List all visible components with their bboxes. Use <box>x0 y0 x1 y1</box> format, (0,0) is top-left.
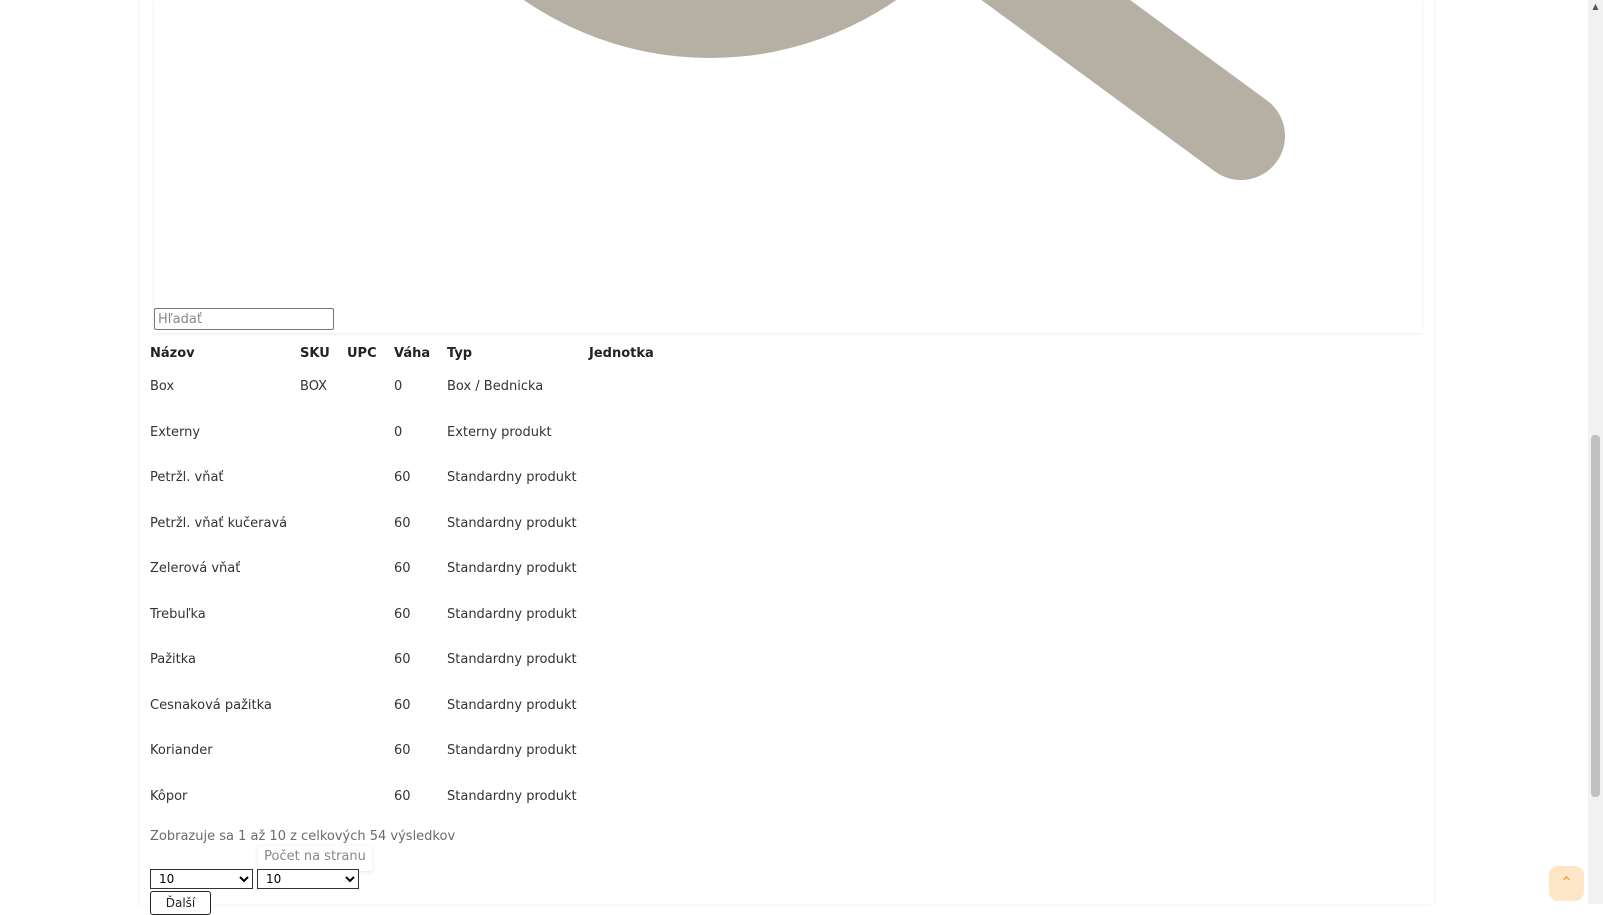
cell-weight: 60 <box>394 515 411 531</box>
cell-type: Standardny produkt <box>447 470 577 486</box>
table-row[interactable]: Box BOX 0 Box / Bednicka <box>148 364 678 410</box>
cell-sku <box>298 774 345 820</box>
cell-unit <box>587 546 678 592</box>
cell-sku <box>298 683 345 729</box>
cell-type: Box / Bednicka <box>447 379 544 395</box>
cell-upc <box>345 683 392 729</box>
scroll-up-arrow-icon[interactable]: ▲ <box>1588 0 1603 14</box>
cell-sku: BOX <box>300 379 327 395</box>
cell-upc <box>345 546 392 592</box>
cell-type: Standardny produkt <box>447 788 577 804</box>
cell-unit <box>587 501 678 547</box>
column-header-sku[interactable]: SKU <box>298 342 345 364</box>
cell-type: Externy produkt <box>447 424 552 440</box>
column-header-type[interactable]: Typ <box>445 342 587 364</box>
column-header-name[interactable]: Názov <box>148 342 298 364</box>
cell-upc <box>345 637 392 683</box>
cell-name: Pažitka <box>150 652 197 668</box>
cell-unit <box>587 455 678 501</box>
cell-weight: 60 <box>394 743 411 759</box>
cell-sku <box>298 410 345 456</box>
column-header-unit[interactable]: Jednotka <box>587 342 678 364</box>
per-page-label: Počet na stranu <box>258 846 372 871</box>
cell-weight: 60 <box>394 561 411 577</box>
per-page-select[interactable]: 10 <box>257 869 359 889</box>
cell-name: Zelerová vňať <box>150 561 241 577</box>
cell-unit <box>587 592 678 638</box>
cell-name: Trebuľka <box>150 606 206 622</box>
cell-upc <box>345 592 392 638</box>
cell-name: Externy <box>150 424 201 440</box>
cell-type: Standardny produkt <box>447 606 577 622</box>
search-illustration <box>154 0 1422 333</box>
cell-upc <box>345 501 392 547</box>
scroll-to-top-button[interactable]: ⌃ <box>1549 866 1584 901</box>
cell-type: Standardny produkt <box>447 697 577 713</box>
page-select[interactable]: 10 <box>150 869 253 889</box>
cell-unit <box>587 364 678 410</box>
cell-name: Petržl. vňať kučeravá <box>150 515 288 531</box>
table-row[interactable]: Externy 0 Externy produkt <box>148 410 678 456</box>
column-header-weight[interactable]: Váha <box>392 342 445 364</box>
cell-name: Kôpor <box>150 788 188 804</box>
search-input[interactable] <box>154 308 334 330</box>
cell-name: Cesnaková pažitka <box>150 697 272 713</box>
cell-unit <box>587 683 678 729</box>
cell-name: Box <box>150 379 175 395</box>
cell-sku <box>298 455 345 501</box>
cell-type: Standardny produkt <box>447 652 577 668</box>
cell-weight: 60 <box>394 606 411 622</box>
cell-name: Koriander <box>150 743 213 759</box>
table-row[interactable]: Petržl. vňať 60 Standardny produkt <box>148 455 678 501</box>
products-table: Názov SKU UPC Váha Typ Jednotka Box BOX 0 B… <box>148 342 678 819</box>
results-summary: Zobrazuje sa 1 až 10 z celkových 54 výsl… <box>150 829 456 844</box>
column-header-upc[interactable]: UPC <box>345 342 392 364</box>
chevron-up-icon: ⌃ <box>1559 873 1574 892</box>
cell-unit <box>587 728 678 774</box>
cell-weight: 0 <box>394 379 403 395</box>
table-row[interactable]: Trebuľka 60 Standardny produkt <box>148 592 678 638</box>
cell-weight: 60 <box>394 652 411 668</box>
cell-type: Standardny produkt <box>447 743 577 759</box>
scrollbar-thumb[interactable] <box>1591 435 1600 797</box>
search-icon <box>523 0 1285 180</box>
cell-upc <box>345 410 392 456</box>
cell-weight: 0 <box>394 424 403 440</box>
cell-unit <box>587 410 678 456</box>
cell-weight: 60 <box>394 470 411 486</box>
table-row[interactable]: Kôpor 60 Standardny produkt <box>148 774 678 820</box>
cell-upc <box>345 364 392 410</box>
cell-upc <box>345 455 392 501</box>
cell-type: Standardny produkt <box>447 561 577 577</box>
cell-upc <box>345 774 392 820</box>
cell-name: Petržl. vňať <box>150 470 224 486</box>
cell-weight: 60 <box>394 788 411 804</box>
cell-unit <box>587 774 678 820</box>
page-scrollbar[interactable]: ▲ <box>1588 0 1603 904</box>
cell-sku <box>298 637 345 683</box>
table-row[interactable]: Cesnaková pažitka 60 Standardny produkt <box>148 683 678 729</box>
table-row[interactable]: Petržl. vňať kučeravá 60 Standardny produk… <box>148 501 678 547</box>
cell-type: Standardny produkt <box>447 515 577 531</box>
table-row[interactable]: Koriander 60 Standardny produkt <box>148 728 678 774</box>
table-header-row: Názov SKU UPC Váha Typ Jednotka <box>148 342 678 364</box>
cell-upc <box>345 728 392 774</box>
table-body: Box BOX 0 Box / Bednicka Externy 0 Externy pro… <box>148 364 678 819</box>
table-row[interactable]: Zelerová vňať 60 Standardny produkt <box>148 546 678 592</box>
next-page-button[interactable]: Ďalší <box>150 891 211 915</box>
cell-sku <box>298 592 345 638</box>
cell-weight: 60 <box>394 697 411 713</box>
table-row[interactable]: Pažitka 60 Standardny produkt <box>148 637 678 683</box>
cell-sku <box>298 501 345 547</box>
cell-unit <box>587 637 678 683</box>
cell-sku <box>298 546 345 592</box>
cell-sku <box>298 728 345 774</box>
